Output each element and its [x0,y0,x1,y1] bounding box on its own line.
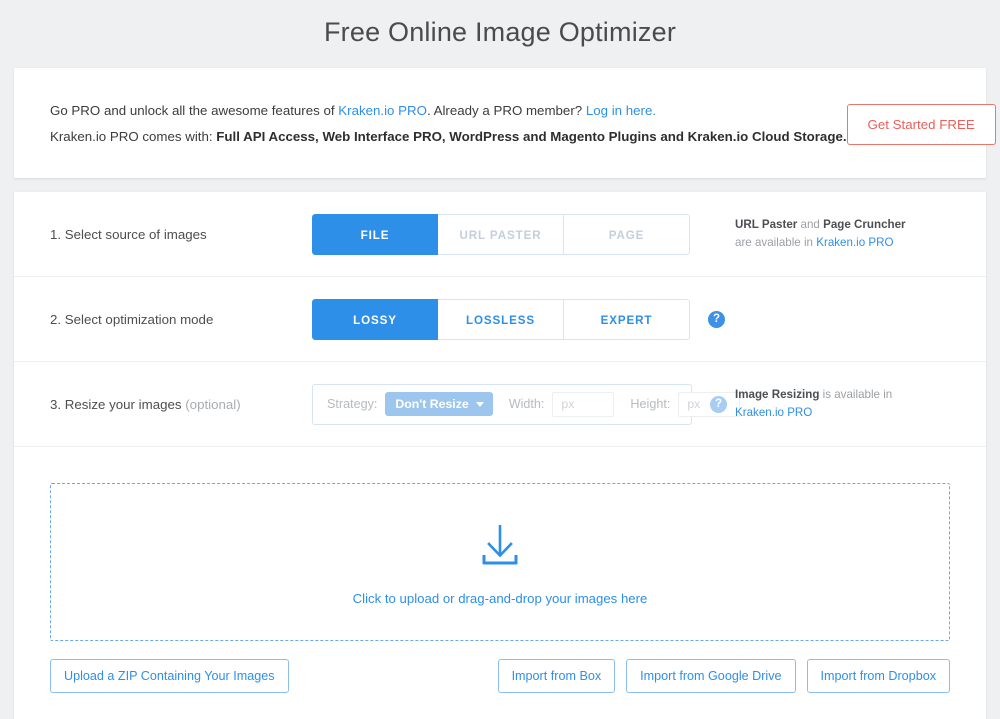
note-available-prefix: are available in [735,236,816,249]
step1-kraken-pro-link[interactable]: Kraken.io PRO [816,236,893,249]
strategy-selected-value: Don't Resize [395,397,468,411]
width-input[interactable] [552,392,614,417]
strategy-select[interactable]: Don't Resize [385,392,492,416]
step3-kraken-pro-link[interactable]: Kraken.io PRO [735,406,812,419]
step-1-row: 1. Select source of images FILE UPLOADER… [14,192,986,277]
dropzone-wrapper: Click to upload or drag-and-drop your im… [14,447,986,641]
note-image-resizing: Image Resizing [735,388,819,401]
mode-option-expert[interactable]: EXPERT [564,299,690,340]
log-in-here-link[interactable]: Log in here. [586,103,656,118]
pro-banner-card: Go PRO and unlock all the awesome featur… [14,68,986,178]
note-resizing-rest: is available in [819,388,892,401]
step-2-label: 2. Select optimization mode [50,312,312,327]
kraken-pro-link[interactable]: Kraken.io PRO [338,103,427,118]
file-dropzone[interactable]: Click to upload or drag-and-drop your im… [50,483,950,641]
upload-zip-button[interactable]: Upload a ZIP Containing Your Images [50,659,289,693]
download-arrow-icon [474,518,526,575]
chevron-down-icon [476,402,484,407]
step-3-label: 3. Resize your images (optional) [50,397,312,412]
pro-banner-line-1: Go PRO and unlock all the awesome featur… [50,98,847,124]
source-option-url-paster[interactable]: URL PASTER [438,214,564,255]
mode-option-lossy[interactable]: LOSSY [312,299,438,340]
step-3-side-note: Image Resizing is available in Kraken.io… [735,386,950,422]
step-3-label-text: 3. Resize your images [50,397,185,412]
note-and: and [797,218,823,231]
page-title: Free Online Image Optimizer [0,0,1000,68]
mode-segmented-control: LOSSY LOSSLESS EXPERT [312,299,690,340]
mode-help-icon[interactable]: ? [708,311,725,328]
source-option-file-uploader[interactable]: FILE UPLOADER [312,214,438,255]
pro-line1-middle: . Already a PRO member? [427,103,586,118]
import-actions-bar: Upload a ZIP Containing Your Images Impo… [14,641,986,719]
pro-line2-prefix: Kraken.io PRO comes with: [50,129,216,144]
get-started-free-button[interactable]: Get Started FREE [847,104,996,145]
step-3-control: Strategy: Don't Resize Width: Height: ? [312,384,735,425]
step-3-optional-text: (optional) [185,397,240,412]
pro-banner-line-2: Kraken.io PRO comes with: Full API Acces… [50,124,847,150]
height-label: Height: [630,397,670,411]
optimizer-card: 1. Select source of images FILE UPLOADER… [14,192,986,719]
import-button-group: Import from Box Import from Google Drive… [498,659,950,693]
import-from-dropbox-button[interactable]: Import from Dropbox [807,659,950,693]
step-1-side-note: URL Paster and Page Cruncher are availab… [735,216,950,252]
pro-line1-prefix: Go PRO and unlock all the awesome featur… [50,103,338,118]
resize-controls: Strategy: Don't Resize Width: Height: [312,384,692,425]
step-1-label: 1. Select source of images [50,227,312,242]
step-3-row: 3. Resize your images (optional) Strateg… [14,362,986,447]
step-2-control: LOSSY LOSSLESS EXPERT ? [312,299,735,340]
step-2-row: 2. Select optimization mode LOSSY LOSSLE… [14,277,986,362]
width-label: Width: [509,397,545,411]
step-1-control: FILE UPLOADER URL PASTER PAGE CRUNCHER [312,214,735,255]
dropzone-label: Click to upload or drag-and-drop your im… [353,591,648,606]
strategy-label: Strategy: [327,397,377,411]
mode-option-lossless[interactable]: LOSSLESS [438,299,564,340]
source-segmented-control: FILE UPLOADER URL PASTER PAGE CRUNCHER [312,214,690,255]
import-from-box-button[interactable]: Import from Box [498,659,616,693]
source-option-page-cruncher[interactable]: PAGE CRUNCHER [564,214,690,255]
note-page-cruncher: Page Cruncher [823,218,905,231]
pro-line2-features: Full API Access, Web Interface PRO, Word… [216,129,846,144]
note-url-paster: URL Paster [735,218,797,231]
resize-help-icon[interactable]: ? [710,396,727,413]
pro-banner-text: Go PRO and unlock all the awesome featur… [50,98,847,150]
import-from-google-drive-button[interactable]: Import from Google Drive [626,659,795,693]
